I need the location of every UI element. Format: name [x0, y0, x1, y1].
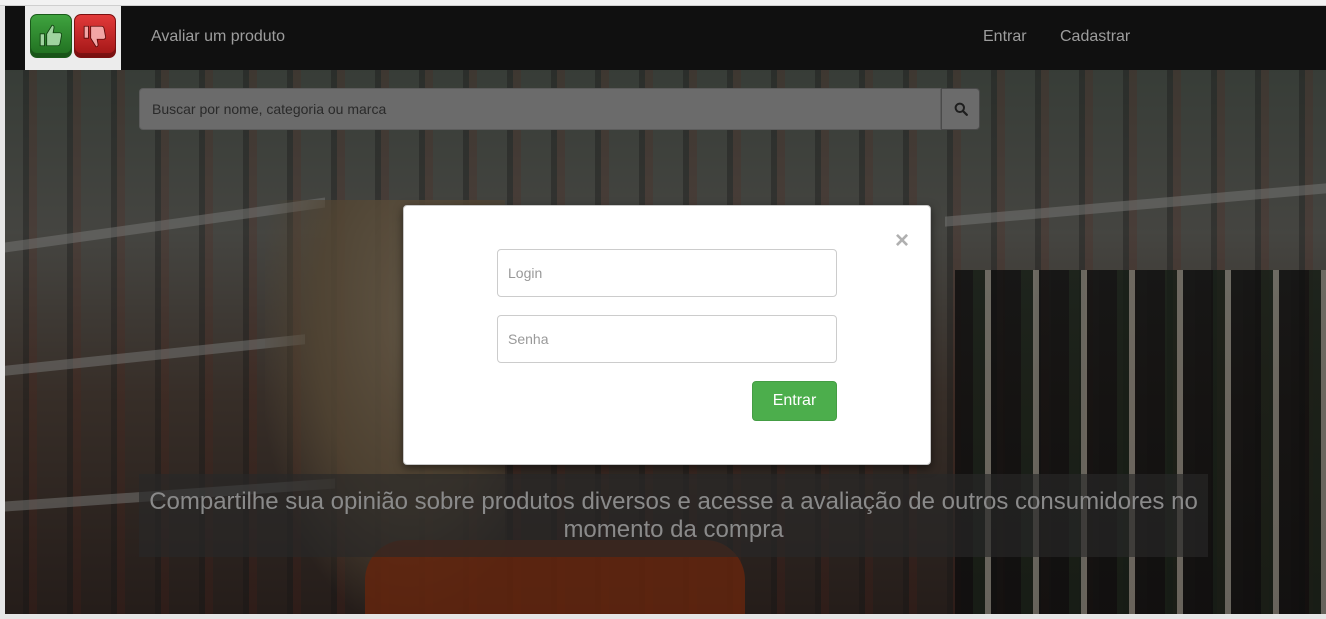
- nav-rate-product-link[interactable]: Avaliar um produto: [151, 28, 285, 46]
- password-field[interactable]: [497, 315, 837, 363]
- site-logo[interactable]: [25, 6, 121, 70]
- login-submit-button[interactable]: Entrar: [752, 381, 837, 421]
- window-bottom-border: [0, 614, 1326, 619]
- nav-login-link[interactable]: Entrar: [983, 28, 1027, 46]
- thumbs-down-icon: [74, 14, 116, 58]
- login-modal: × Entrar: [403, 205, 931, 465]
- login-field[interactable]: [497, 249, 837, 297]
- search-button[interactable]: [941, 88, 980, 130]
- search-input[interactable]: [139, 88, 941, 130]
- search-icon: [954, 102, 968, 116]
- nav-signup-link[interactable]: Cadastrar: [1060, 28, 1130, 46]
- close-icon[interactable]: ×: [892, 229, 912, 253]
- navbar: Avaliar um produto Entrar Cadastrar: [5, 6, 1326, 70]
- thumbs-up-icon: [30, 14, 72, 58]
- hero-tagline: Compartilhe sua opinião sobre produtos d…: [139, 474, 1208, 557]
- search-bar: [139, 88, 980, 130]
